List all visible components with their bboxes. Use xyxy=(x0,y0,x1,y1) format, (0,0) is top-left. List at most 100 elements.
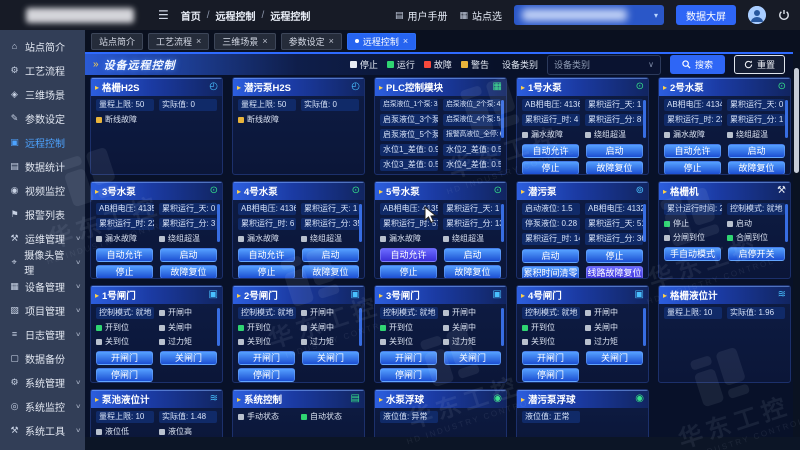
card-button[interactable]: 线路故障复位 xyxy=(586,266,643,279)
card-button[interactable]: 故障复位 xyxy=(444,265,501,279)
card-scrollbar[interactable] xyxy=(785,100,788,138)
close-icon[interactable]: × xyxy=(262,36,267,46)
status-dot xyxy=(443,339,449,345)
tab-1[interactable]: 工艺流程× xyxy=(148,33,209,50)
sidebar-item-9[interactable]: ⌖摄像头管理∨ xyxy=(0,250,85,274)
card-button[interactable]: 停闸门 xyxy=(96,368,153,382)
card-button[interactable]: 自动允许 xyxy=(522,144,579,158)
level-meter-icon: ≋ xyxy=(778,290,786,300)
status-item: 关闸中 xyxy=(443,322,501,333)
breadcrumb-home[interactable]: 首页 xyxy=(181,8,201,23)
status-dot xyxy=(301,310,307,316)
device-card: ▸潜污泵H2S◴量程上限: 50实际值: 0断线故障 xyxy=(232,77,365,175)
category-select[interactable]: 设备类别 ∨ xyxy=(547,55,661,75)
card-scrollbar[interactable] xyxy=(643,308,646,346)
tab-4[interactable]: 远程控制× xyxy=(347,33,416,50)
card-scrollbar[interactable] xyxy=(359,308,362,346)
card-scrollbar[interactable] xyxy=(785,204,788,242)
big-screen-button[interactable]: 数据大屏 xyxy=(676,5,736,25)
sidebar-item-15[interactable]: ◎系统监控∨ xyxy=(0,394,85,418)
card-button[interactable]: 停止 xyxy=(96,265,153,279)
card-scrollbar[interactable] xyxy=(501,100,504,138)
card-button[interactable]: 启停开关 xyxy=(728,247,785,261)
card-button[interactable]: 启动 xyxy=(522,249,579,263)
status-label: 关到位 xyxy=(389,336,413,347)
card-scrollbar[interactable] xyxy=(501,204,504,242)
card-button[interactable]: 停止 xyxy=(522,161,579,175)
sidebar-item-6[interactable]: ◉视频监控 xyxy=(0,178,85,202)
card-button[interactable]: 故障复位 xyxy=(728,161,785,175)
card-button[interactable]: 停闸门 xyxy=(380,368,437,382)
scrollbar[interactable] xyxy=(793,52,800,437)
sidebar-item-13[interactable]: ▢数据备份 xyxy=(0,346,85,370)
sidebar-item-1[interactable]: ⚙工艺流程 xyxy=(0,58,85,82)
card-button[interactable]: 停止 xyxy=(586,249,643,263)
sidebar-item-2[interactable]: ◈三维场景 xyxy=(0,82,85,106)
search-button[interactable]: 搜索 xyxy=(670,55,725,74)
status-dot xyxy=(585,325,591,331)
card-title: 潜污泵 xyxy=(528,184,633,198)
card-button[interactable]: 启动 xyxy=(444,248,501,262)
tab-2[interactable]: 三维场景× xyxy=(214,33,275,50)
card-button[interactable]: 故障复位 xyxy=(160,265,217,279)
sidebar-item-14[interactable]: ⚙系统管理∨ xyxy=(0,370,85,394)
card-button[interactable]: 开闸门 xyxy=(380,351,437,365)
card-button[interactable]: 开闸门 xyxy=(96,351,153,365)
card-button[interactable]: 启动 xyxy=(728,144,785,158)
legend-item: 故障 xyxy=(424,58,452,71)
card-button[interactable]: 开闸门 xyxy=(522,351,579,365)
card-button[interactable]: 自动允许 xyxy=(664,144,721,158)
sidebar-item-7[interactable]: ⚑报警列表 xyxy=(0,202,85,226)
card-scrollbar[interactable] xyxy=(217,308,220,346)
card-button[interactable]: 停闸门 xyxy=(238,368,295,382)
tab-0[interactable]: 站点简介 xyxy=(91,33,143,50)
status-item: 开闸中 xyxy=(301,307,359,318)
reset-button[interactable]: 重置 xyxy=(734,55,785,74)
card-button[interactable]: 自动允许 xyxy=(380,248,437,262)
card-button[interactable]: 手自动模式 xyxy=(664,247,721,261)
sidebar-item-10[interactable]: ▦设备管理∨ xyxy=(0,274,85,298)
card-scrollbar[interactable] xyxy=(643,204,646,242)
card-scrollbar[interactable] xyxy=(643,100,646,138)
card-scrollbar[interactable] xyxy=(217,204,220,242)
card-button[interactable]: 故障复位 xyxy=(302,265,359,279)
sidebar-item-5[interactable]: ▤数据统计 xyxy=(0,154,85,178)
card-scrollbar[interactable] xyxy=(501,308,504,346)
card-button[interactable]: 停止 xyxy=(380,265,437,279)
sidebar-item-16[interactable]: ⚒系统工具∨ xyxy=(0,418,85,442)
card-button[interactable]: 故障复位 xyxy=(586,161,643,175)
card-button[interactable]: 停止 xyxy=(238,265,295,279)
sidebar-item-3[interactable]: ✎参数设定 xyxy=(0,106,85,130)
card-scrollbar[interactable] xyxy=(359,204,362,242)
menu-toggle-icon[interactable]: ☰ xyxy=(158,8,169,22)
sidebar-item-0[interactable]: ⌂站点简介 xyxy=(0,34,85,58)
card-button[interactable]: 自动允许 xyxy=(96,248,153,262)
sidebar-item-11[interactable]: ▧项目管理∨ xyxy=(0,298,85,322)
avatar[interactable] xyxy=(748,6,766,24)
card-button[interactable]: 启动 xyxy=(586,144,643,158)
user-manual-link[interactable]: ▤ 用户手册 xyxy=(395,8,448,23)
power-icon[interactable] xyxy=(778,9,790,21)
card-button[interactable]: 关闸门 xyxy=(160,351,217,365)
close-icon[interactable]: × xyxy=(329,36,334,46)
tab-3[interactable]: 参数设定× xyxy=(281,33,342,50)
breadcrumb-section[interactable]: 远程控制 xyxy=(216,8,256,23)
sidebar-item-4[interactable]: ▣远程控制 xyxy=(0,130,85,154)
card-button[interactable]: 自动允许 xyxy=(238,248,295,262)
card-button[interactable]: 停闸门 xyxy=(522,368,579,382)
site-select-dropdown[interactable]: ▾ xyxy=(514,5,664,25)
card-button[interactable]: 停止 xyxy=(664,161,721,175)
card-buttons: 开闸门关闸门停闸门 xyxy=(238,351,359,382)
close-icon[interactable]: × xyxy=(403,36,408,46)
card-button[interactable]: 关闸门 xyxy=(302,351,359,365)
card-button[interactable]: 关闸门 xyxy=(586,351,643,365)
close-icon[interactable]: × xyxy=(196,36,201,46)
card-button[interactable]: 启动 xyxy=(160,248,217,262)
card-button[interactable]: 关闸门 xyxy=(444,351,501,365)
scrollbar-thumb[interactable] xyxy=(794,68,799,173)
sidebar-item-12[interactable]: ≡日志管理∨ xyxy=(0,322,85,346)
field-pill: 累积运行_天: 1 xyxy=(585,99,643,111)
card-button[interactable]: 启动 xyxy=(302,248,359,262)
card-button[interactable]: 开闸门 xyxy=(238,351,295,365)
card-button[interactable]: 累积时间清零 xyxy=(522,266,579,279)
